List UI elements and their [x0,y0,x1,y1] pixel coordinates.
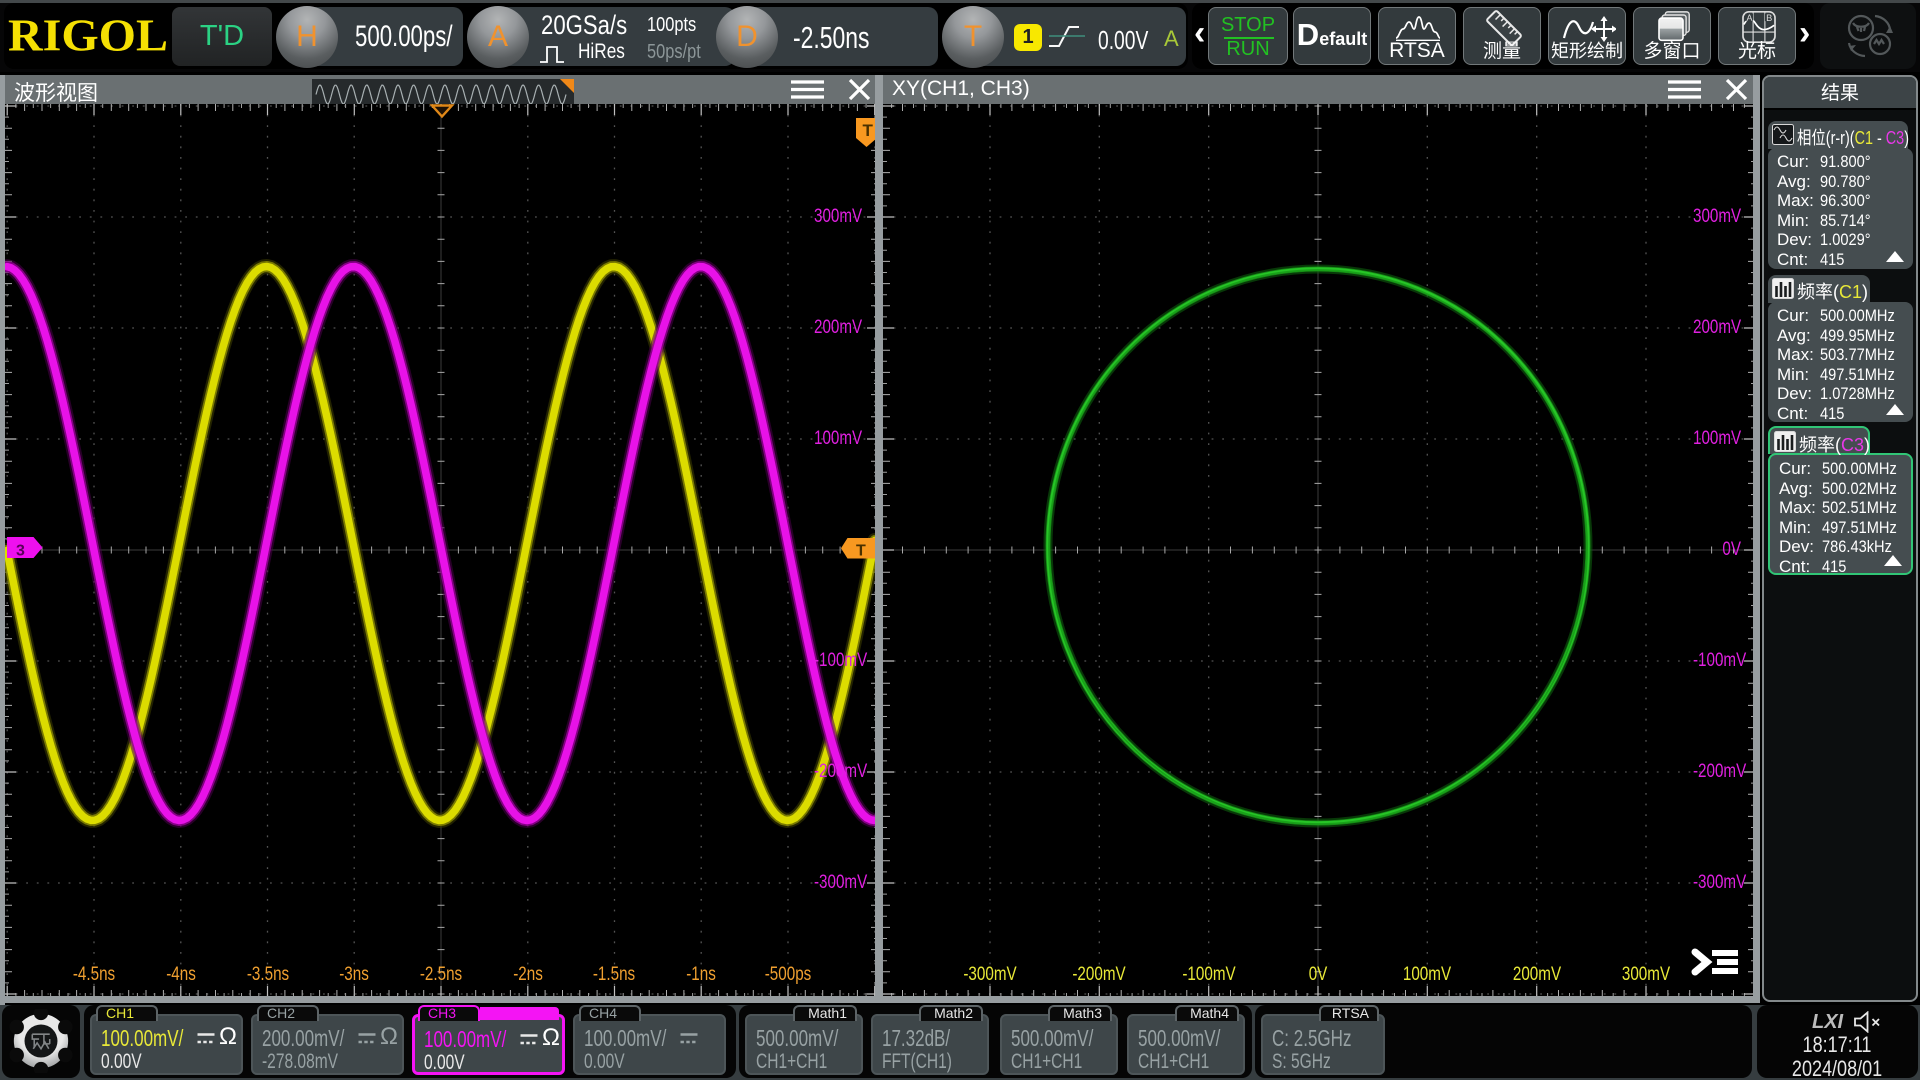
svg-text:T: T [863,121,874,140]
svg-text:B: B [1766,13,1772,23]
svg-text:A: A [1746,13,1753,23]
svg-text:T: T [856,543,866,560]
svg-text:3: 3 [16,543,25,560]
